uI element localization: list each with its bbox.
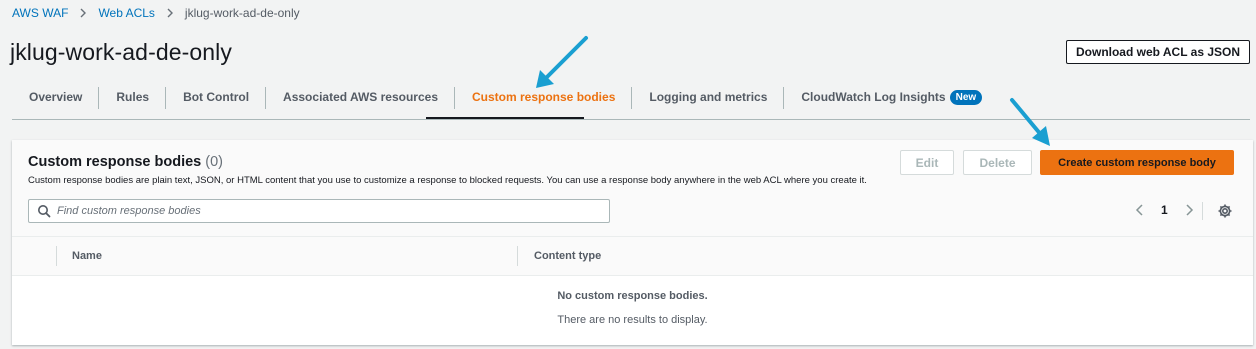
- create-custom-response-body-button[interactable]: Create custom response body: [1040, 150, 1234, 175]
- download-web-acl-json-button[interactable]: Download web ACL as JSON: [1066, 40, 1250, 64]
- tab-label: Bot Control: [183, 90, 250, 104]
- column-header-name[interactable]: Name: [72, 237, 102, 275]
- search-box: [28, 199, 610, 223]
- tab-logging-and-metrics[interactable]: Logging and metrics: [632, 84, 785, 110]
- tab-overview[interactable]: Overview: [12, 84, 100, 110]
- tabs-divider: [12, 119, 1250, 120]
- breadcrumb-aws-waf[interactable]: AWS WAF: [12, 6, 68, 20]
- delete-button[interactable]: Delete: [963, 150, 1032, 175]
- tab-label: Associated AWS resources: [283, 90, 438, 104]
- panel-description: Custom response bodies are plain text, J…: [28, 175, 867, 186]
- custom-response-bodies-panel: Custom response bodies (0) Custom respon…: [12, 140, 1253, 345]
- tab-label: Custom response bodies: [472, 90, 616, 104]
- tab-bot-control[interactable]: Bot Control: [166, 84, 267, 110]
- column-divider[interactable]: [56, 246, 57, 266]
- chevron-left-icon[interactable]: [1133, 202, 1147, 218]
- panel-header: Custom response bodies (0) Custom respon…: [12, 140, 1253, 236]
- table-header: Name Content type: [12, 236, 1253, 276]
- breadcrumb-web-acls[interactable]: Web ACLs: [98, 6, 154, 20]
- pager-divider: [1202, 202, 1203, 220]
- item-count: (0): [205, 154, 223, 170]
- tab-rules[interactable]: Rules: [99, 84, 166, 110]
- panel-title-text: Custom response bodies: [28, 154, 202, 170]
- new-badge: New: [949, 89, 983, 105]
- breadcrumb: AWS WAF Web ACLs jklug-work-ad-de-only: [12, 6, 300, 20]
- chevron-right-icon: [76, 6, 90, 20]
- tab-associated-aws-resources[interactable]: Associated AWS resources: [266, 84, 455, 110]
- search-input[interactable]: [57, 205, 609, 217]
- tab-label: Rules: [116, 90, 150, 104]
- page-title: jklug-work-ad-de-only: [10, 39, 232, 65]
- panel-title: Custom response bodies (0): [28, 154, 223, 170]
- search-icon: [37, 204, 51, 218]
- pagination: 1: [1133, 202, 1196, 218]
- column-divider[interactable]: [517, 246, 518, 266]
- empty-state-subtitle: There are no results to display.: [557, 314, 708, 326]
- chevron-right-icon: [163, 6, 177, 20]
- tab-label: Logging and metrics: [649, 90, 768, 104]
- tab-label: CloudWatch Log Insights: [801, 90, 946, 104]
- tab-bar: Overview Rules Bot Control Associated AW…: [12, 84, 999, 120]
- tab-label: Overview: [29, 90, 83, 104]
- page-number[interactable]: 1: [1161, 203, 1168, 217]
- edit-button[interactable]: Edit: [900, 150, 954, 175]
- chevron-right-icon[interactable]: [1182, 202, 1196, 218]
- empty-state-title: No custom response bodies.: [557, 290, 708, 302]
- column-header-content-type[interactable]: Content type: [534, 237, 601, 275]
- breadcrumb-current: jklug-work-ad-de-only: [184, 6, 300, 20]
- selection-column-header: [12, 237, 56, 275]
- gear-icon[interactable]: [1217, 203, 1233, 219]
- tab-cloudwatch-log-insights[interactable]: CloudWatch Log Insights New: [784, 84, 999, 110]
- tab-custom-response-bodies[interactable]: Custom response bodies: [455, 84, 633, 110]
